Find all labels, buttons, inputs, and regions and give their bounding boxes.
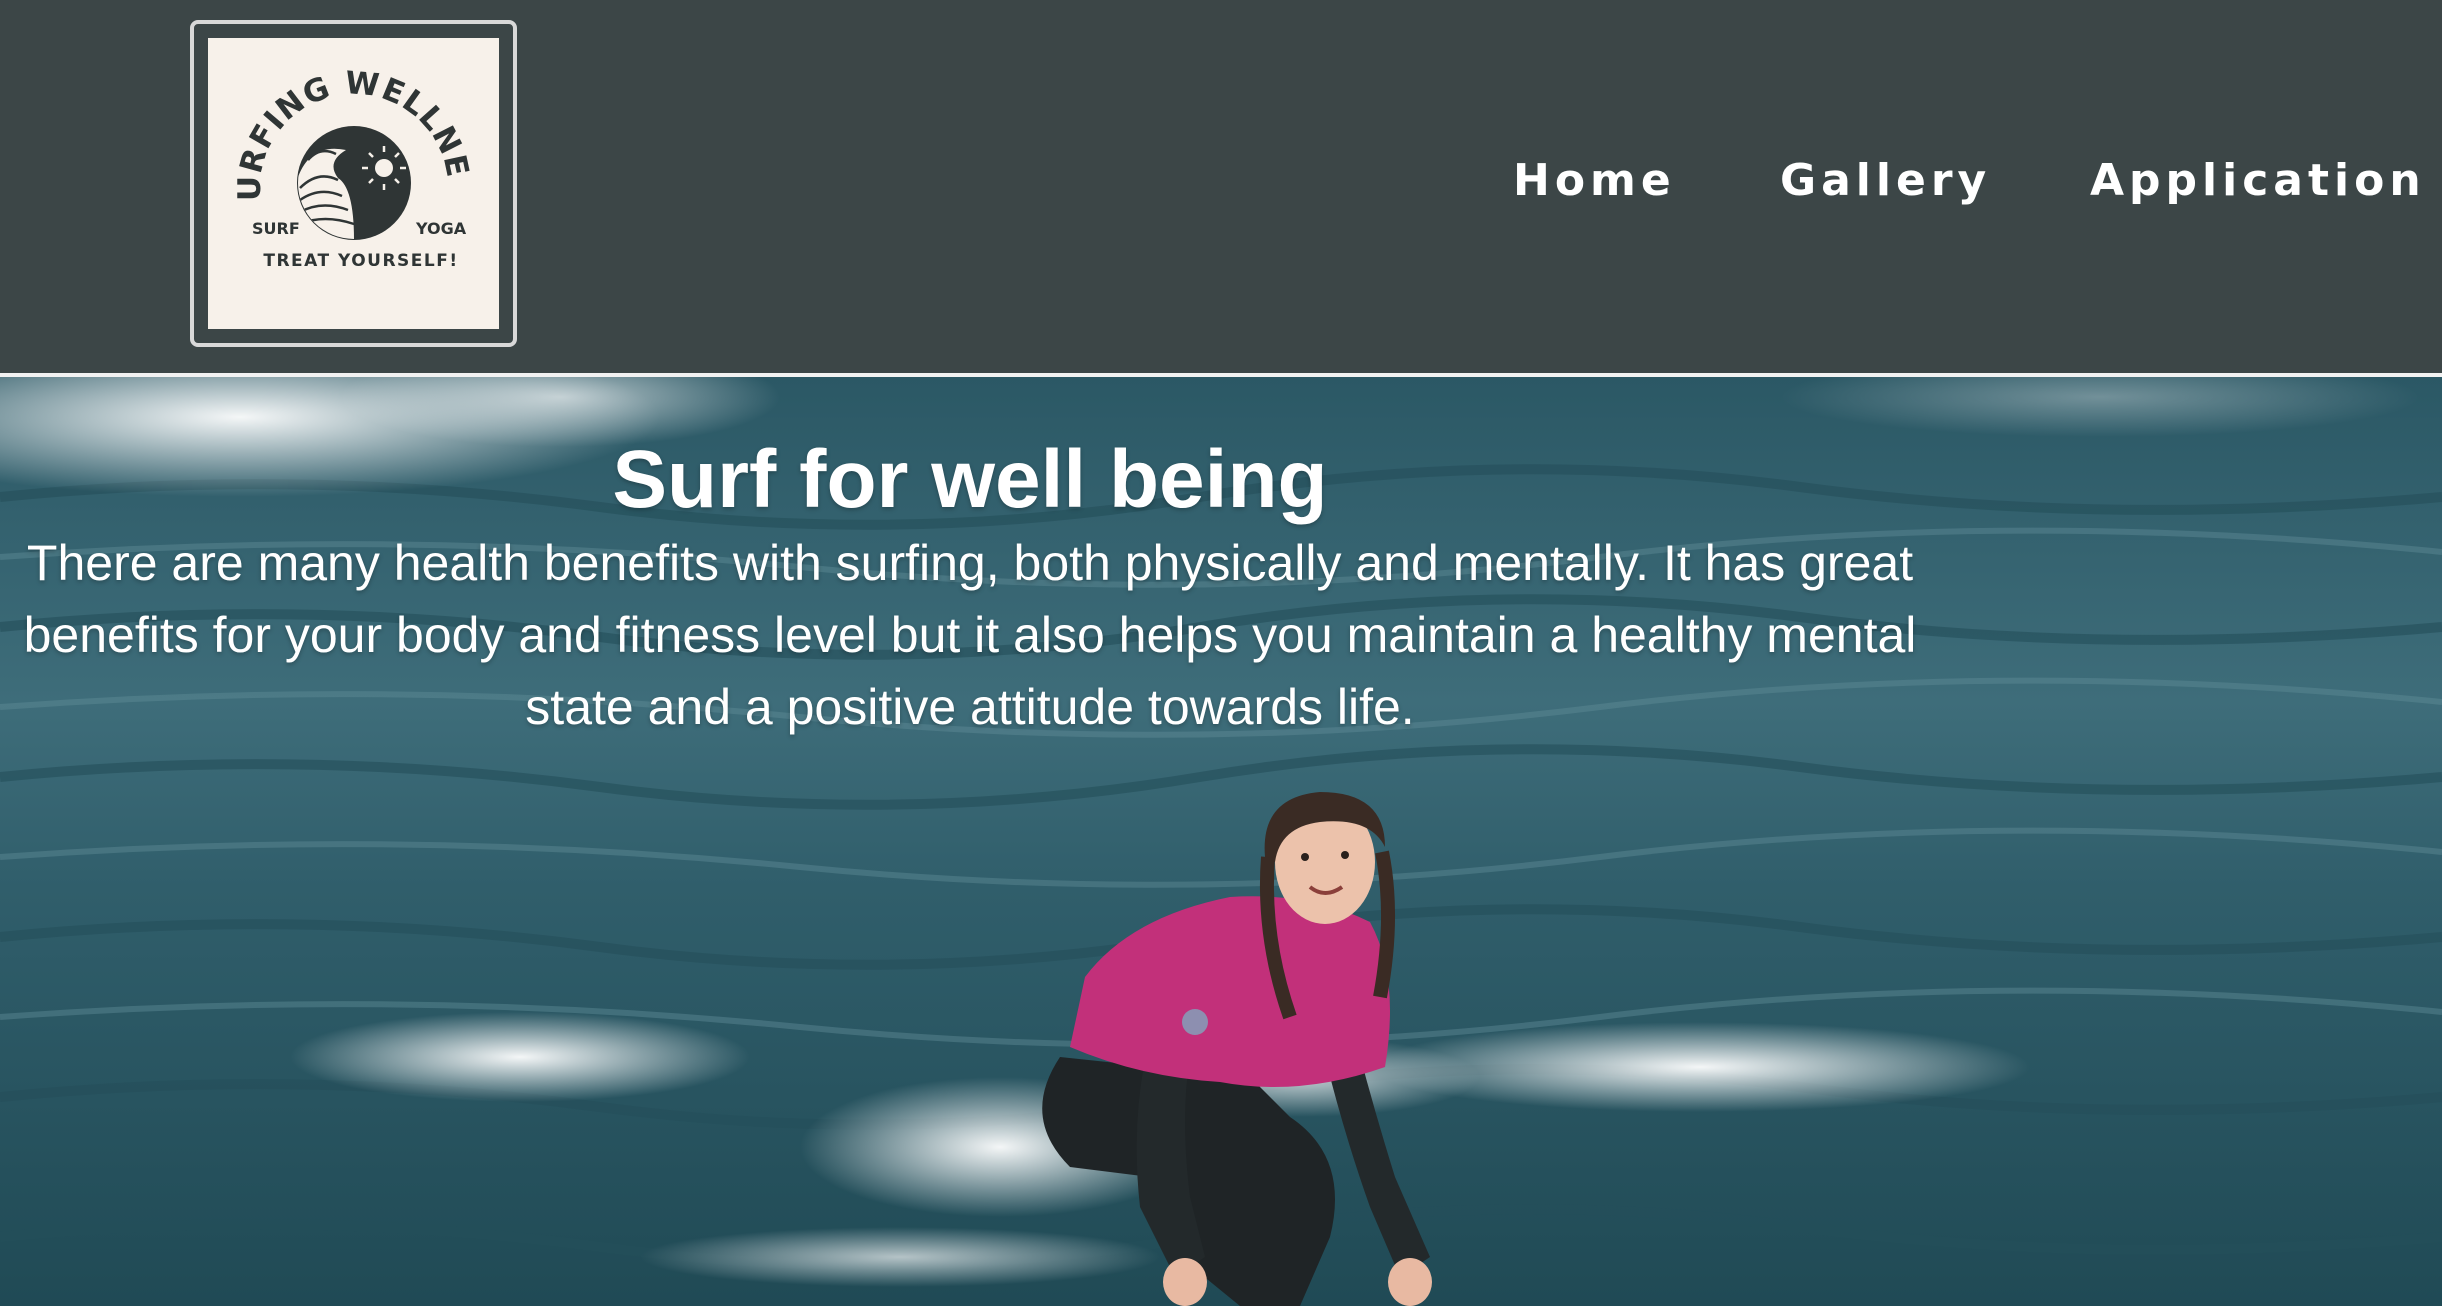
hero-section: Surf for well being There are many healt…	[0, 377, 2442, 1306]
wave-sun-emblem	[297, 126, 411, 240]
logo-surf-text: SURF	[252, 219, 300, 238]
logo-graphic: SURFING WELLNESS	[208, 38, 475, 271]
hero-title: Surf for well being	[612, 434, 1328, 525]
logo-tagline: TREAT YOURSELF!	[263, 251, 458, 271]
nav-gallery[interactable]: Gallery	[1780, 155, 1991, 206]
logo: SURFING WELLNESS	[208, 38, 499, 329]
nav-home[interactable]: Home	[1513, 155, 1676, 206]
logo-link[interactable]: SURFING WELLNESS	[190, 20, 517, 347]
logo-yoga-text: YOGA	[415, 219, 467, 238]
nav-application[interactable]: Application	[2090, 155, 2426, 206]
hero-description: There are many health benefits with surf…	[23, 535, 1917, 735]
site-header: SURFING WELLNESS	[0, 0, 2442, 373]
